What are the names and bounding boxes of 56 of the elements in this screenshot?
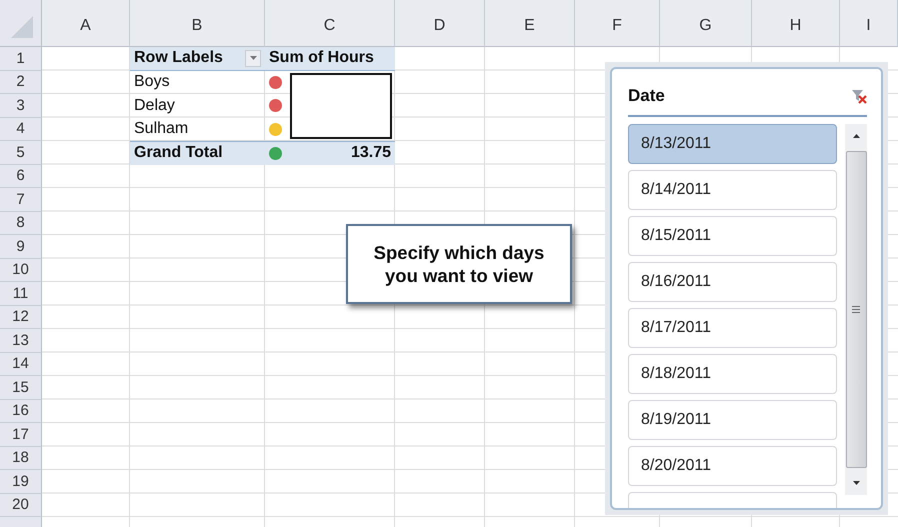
column-header[interactable]: G — [660, 0, 752, 47]
row-header[interactable]: 15 — [0, 376, 42, 400]
total-value: 13.75 — [350, 144, 391, 162]
slicer-item[interactable]: 8/14/2011 — [628, 170, 838, 210]
slicer-item[interactable] — [628, 492, 838, 508]
slicer-item[interactable]: 8/18/2011 — [628, 354, 838, 394]
row-header[interactable]: 19 — [0, 470, 42, 494]
row-header[interactable]: 17 — [0, 423, 42, 446]
row-label: Boys — [134, 73, 170, 92]
column-header[interactable]: A — [42, 0, 130, 47]
column-header[interactable]: F — [575, 0, 660, 47]
row-header[interactable]: 11 — [0, 282, 42, 306]
row-header[interactable]: 3 — [0, 94, 42, 118]
row-header[interactable]: 7 — [0, 188, 42, 212]
slicer-item[interactable]: 8/13/2011 — [628, 124, 838, 164]
column-header[interactable]: B — [130, 0, 265, 47]
row-header[interactable]: 18 — [0, 446, 42, 470]
column-header[interactable]: H — [752, 0, 840, 47]
scroll-up-icon[interactable] — [852, 134, 860, 138]
column-header[interactable]: D — [395, 0, 485, 47]
caret-icon — [250, 56, 256, 60]
slicer-item[interactable]: 8/19/2011 — [628, 400, 838, 440]
slicer-item[interactable]: 8/15/2011 — [628, 216, 838, 256]
row-header[interactable]: 12 — [0, 306, 42, 329]
row-header[interactable]: 16 — [0, 400, 42, 423]
row-header[interactable]: 10 — [0, 258, 42, 282]
row-header[interactable]: 8 — [0, 212, 42, 235]
pivot-header: Sum of Hours — [269, 49, 374, 68]
grip-icon — [852, 306, 860, 313]
row-header[interactable]: 1 — [0, 47, 42, 70]
clear-filter-icon[interactable] — [851, 88, 867, 104]
select-all-button[interactable] — [0, 0, 42, 47]
pivot-header: Row Labels — [134, 49, 223, 68]
column-header[interactable]: I — [840, 0, 898, 47]
scroll-thumb[interactable] — [846, 151, 867, 468]
scrollbar[interactable] — [845, 124, 867, 495]
slicer-item[interactable]: 8/17/2011 — [628, 308, 838, 348]
row-header[interactable]: 9 — [0, 235, 42, 258]
column-header[interactable]: C — [265, 0, 395, 47]
row-label: Sulham — [134, 120, 188, 138]
row-header[interactable]: 20 — [0, 494, 42, 517]
slicer-item[interactable]: 8/20/2011 — [628, 446, 838, 486]
row-header[interactable]: 2 — [0, 70, 42, 94]
dropdown-button[interactable] — [245, 50, 261, 67]
row-header[interactable]: 13 — [0, 329, 42, 352]
row-header[interactable]: 14 — [0, 352, 42, 376]
slicer-title: Date — [628, 86, 665, 106]
callout-text: Specify which days you want to view — [372, 241, 546, 287]
row-header[interactable]: 5 — [0, 141, 42, 164]
scroll-down-icon[interactable] — [852, 481, 860, 485]
row-header[interactable]: 6 — [0, 164, 42, 188]
row-header[interactable]: 4 — [0, 118, 42, 141]
row-label: Delay — [134, 96, 175, 115]
column-header[interactable]: E — [485, 0, 575, 47]
slicer-item[interactable]: 8/16/2011 — [628, 262, 838, 302]
total-label: Grand Total — [134, 144, 223, 162]
